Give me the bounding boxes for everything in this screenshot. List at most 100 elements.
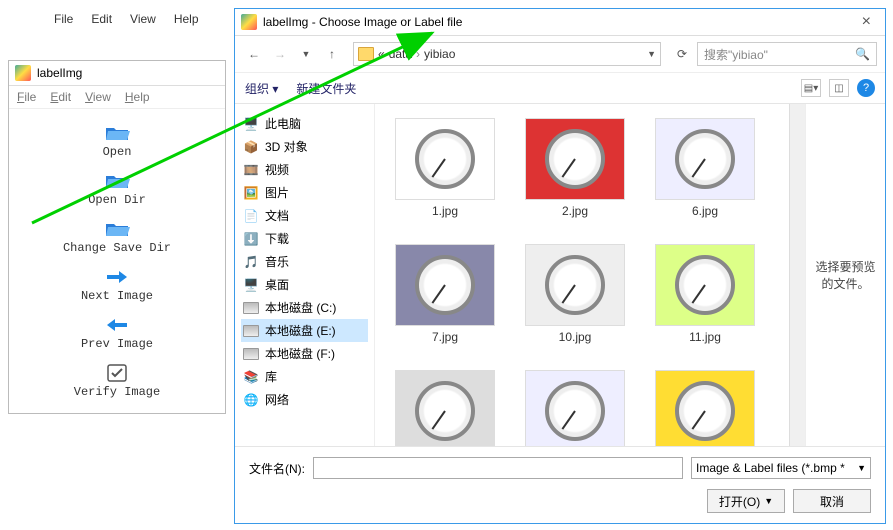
filetype-value: Image & Label files (*.bmp * (696, 461, 845, 475)
tool-open-label: Open (103, 145, 132, 159)
breadcrumb-yibiao[interactable]: yibiao (424, 47, 455, 61)
tool-next-image[interactable]: Next Image (9, 261, 225, 309)
cancel-button-label: 取消 (820, 493, 844, 510)
li-menu-edit[interactable]: Edit (50, 90, 71, 104)
tree-item-10[interactable]: 本地磁盘 (F:) (241, 342, 368, 365)
view-mode-button[interactable]: ▤▾ (801, 79, 821, 97)
lib-icon: 📚 (243, 370, 259, 384)
file-dialog: labelImg - Choose Image or Label file × … (234, 8, 886, 524)
tree-item-9[interactable]: 本地磁盘 (E:) (241, 319, 368, 342)
main-menubar: File Edit View Help (54, 12, 199, 26)
tree-item-label: 桌面 (265, 276, 289, 293)
file-thumbnail (395, 370, 495, 446)
menu-edit[interactable]: Edit (91, 12, 112, 26)
dialog-close-button[interactable]: × (854, 13, 879, 31)
nav-forward-button[interactable]: → (269, 43, 291, 65)
filename-input[interactable] (313, 457, 683, 479)
scrollbar[interactable] (789, 104, 805, 446)
address-bar[interactable]: « data › yibiao ▼ (353, 42, 661, 66)
cancel-button[interactable]: 取消 (793, 489, 871, 513)
file-item-partial[interactable] (515, 366, 635, 446)
filetype-select[interactable]: Image & Label files (*.bmp * ▼ (691, 457, 871, 479)
dialog-title: labelImg - Choose Image or Label file (263, 15, 462, 29)
tool-verify-image[interactable]: Verify Image (9, 357, 225, 405)
file-thumbnail (655, 118, 755, 200)
folder-icon (358, 47, 374, 61)
refresh-button[interactable]: ⟳ (671, 43, 693, 65)
tree-item-0[interactable]: 🖥️ 此电脑 (241, 112, 368, 135)
tree-item-5[interactable]: ⬇️下载 (241, 227, 368, 250)
preview-placeholder: 选择要预览的文件。 (812, 258, 879, 292)
tree-item-label: 此电脑 (265, 115, 301, 132)
organize-button[interactable]: 组织 ▾ (245, 80, 278, 97)
tree-item-12[interactable]: 🌐网络 (241, 388, 368, 411)
file-item[interactable]: 11.jpg (645, 240, 765, 348)
labelimg-titlebar: labelImg (9, 61, 225, 86)
tree-item-label: 视频 (265, 161, 289, 178)
tree-item-1[interactable]: 📦3D 对象 (241, 135, 368, 158)
net-icon: 🌐 (243, 393, 259, 407)
video-icon: 🎞️ (243, 163, 259, 177)
tree-item-6[interactable]: 🎵音乐 (241, 250, 368, 273)
tree-item-4[interactable]: 📄文档 (241, 204, 368, 227)
file-thumbnail (525, 244, 625, 326)
labelimg-toolbox: Open Open Dir Change Save Dir Next Image… (9, 109, 225, 413)
li-menu-file[interactable]: File (17, 90, 36, 104)
file-name: 11.jpg (689, 330, 721, 344)
nav-tree: 🖥️ 此电脑 📦3D 对象 🎞️ 视频 🖼️ 图片 📄文档⬇️下载🎵音乐 🖥️ 桌面本地磁盘 (C… (235, 104, 375, 446)
preview-pane-button[interactable]: ◫ (829, 79, 849, 97)
3d-icon: 📦 (243, 140, 259, 154)
menu-help[interactable]: Help (174, 12, 199, 26)
open-button-label: 打开(O) (719, 493, 760, 510)
dialog-app-icon (241, 14, 257, 30)
tree-item-label: 图片 (265, 184, 289, 201)
file-thumbnail (395, 244, 495, 326)
tool-verify-image-label: Verify Image (74, 385, 160, 399)
pc-icon: 🖥️ (243, 117, 259, 131)
file-item[interactable]: 2.jpg (515, 114, 635, 222)
help-button[interactable]: ? (857, 79, 875, 97)
desktop-icon: 🖥️ (243, 278, 259, 292)
open-button[interactable]: 打开(O) ▼ (707, 489, 785, 513)
nav-up-button[interactable]: ↑ (321, 43, 343, 65)
disk-icon (243, 347, 259, 361)
li-menu-help[interactable]: Help (125, 90, 150, 104)
file-item[interactable]: 1.jpg (385, 114, 505, 222)
new-folder-button[interactable]: 新建文件夹 (296, 80, 356, 97)
tree-item-2[interactable]: 🎞️ 视频 (241, 158, 368, 181)
file-name: 6.jpg (692, 204, 718, 218)
file-item[interactable]: 10.jpg (515, 240, 635, 348)
tree-item-8[interactable]: 本地磁盘 (C:) (241, 296, 368, 319)
chevron-down-icon: ▼ (857, 463, 866, 473)
file-item-partial[interactable] (645, 366, 765, 446)
address-dropdown-icon[interactable]: ▼ (647, 49, 656, 59)
docs-icon: 📄 (243, 209, 259, 223)
file-item[interactable]: 6.jpg (645, 114, 765, 222)
tree-item-7[interactable]: 🖥️ 桌面 (241, 273, 368, 296)
li-menu-view[interactable]: View (85, 90, 111, 104)
labelimg-title-text: labelImg (37, 66, 82, 80)
file-item-partial[interactable] (385, 366, 505, 446)
tree-item-3[interactable]: 🖼️ 图片 (241, 181, 368, 204)
menu-file[interactable]: File (54, 12, 73, 26)
disk-icon (243, 324, 259, 338)
nav-back-button[interactable]: ← (243, 43, 265, 65)
open-split-dropdown-icon[interactable]: ▼ (764, 496, 773, 506)
file-grid: 1.jpg2.jpg 6.jpg 7.jpg10.jpg 11.jpg (375, 104, 789, 446)
nav-recent-dropdown[interactable]: ▼ (295, 43, 317, 65)
tool-prev-image[interactable]: Prev Image (9, 309, 225, 357)
tool-open-dir-label: Open Dir (88, 193, 146, 207)
pictures-icon: 🖼️ (243, 186, 259, 200)
breadcrumb-data[interactable]: data (389, 47, 412, 61)
file-item[interactable]: 7.jpg (385, 240, 505, 348)
labelimg-window: labelImg File Edit View Help Open Open D… (8, 60, 226, 414)
tool-open[interactable]: Open (9, 117, 225, 165)
search-box[interactable]: 搜索"yibiao" 🔍 (697, 42, 877, 66)
tool-open-dir[interactable]: Open Dir (9, 165, 225, 213)
tree-item-label: 下载 (265, 230, 289, 247)
tree-item-11[interactable]: 📚库 (241, 365, 368, 388)
search-icon: 🔍 (855, 47, 870, 61)
menu-view[interactable]: View (130, 12, 156, 26)
tool-change-save-dir[interactable]: Change Save Dir (9, 213, 225, 261)
dialog-body: 🖥️ 此电脑 📦3D 对象 🎞️ 视频 🖼️ 图片 📄文档⬇️下载🎵音乐 🖥️ 桌面本地磁盘 (C… (235, 104, 885, 446)
